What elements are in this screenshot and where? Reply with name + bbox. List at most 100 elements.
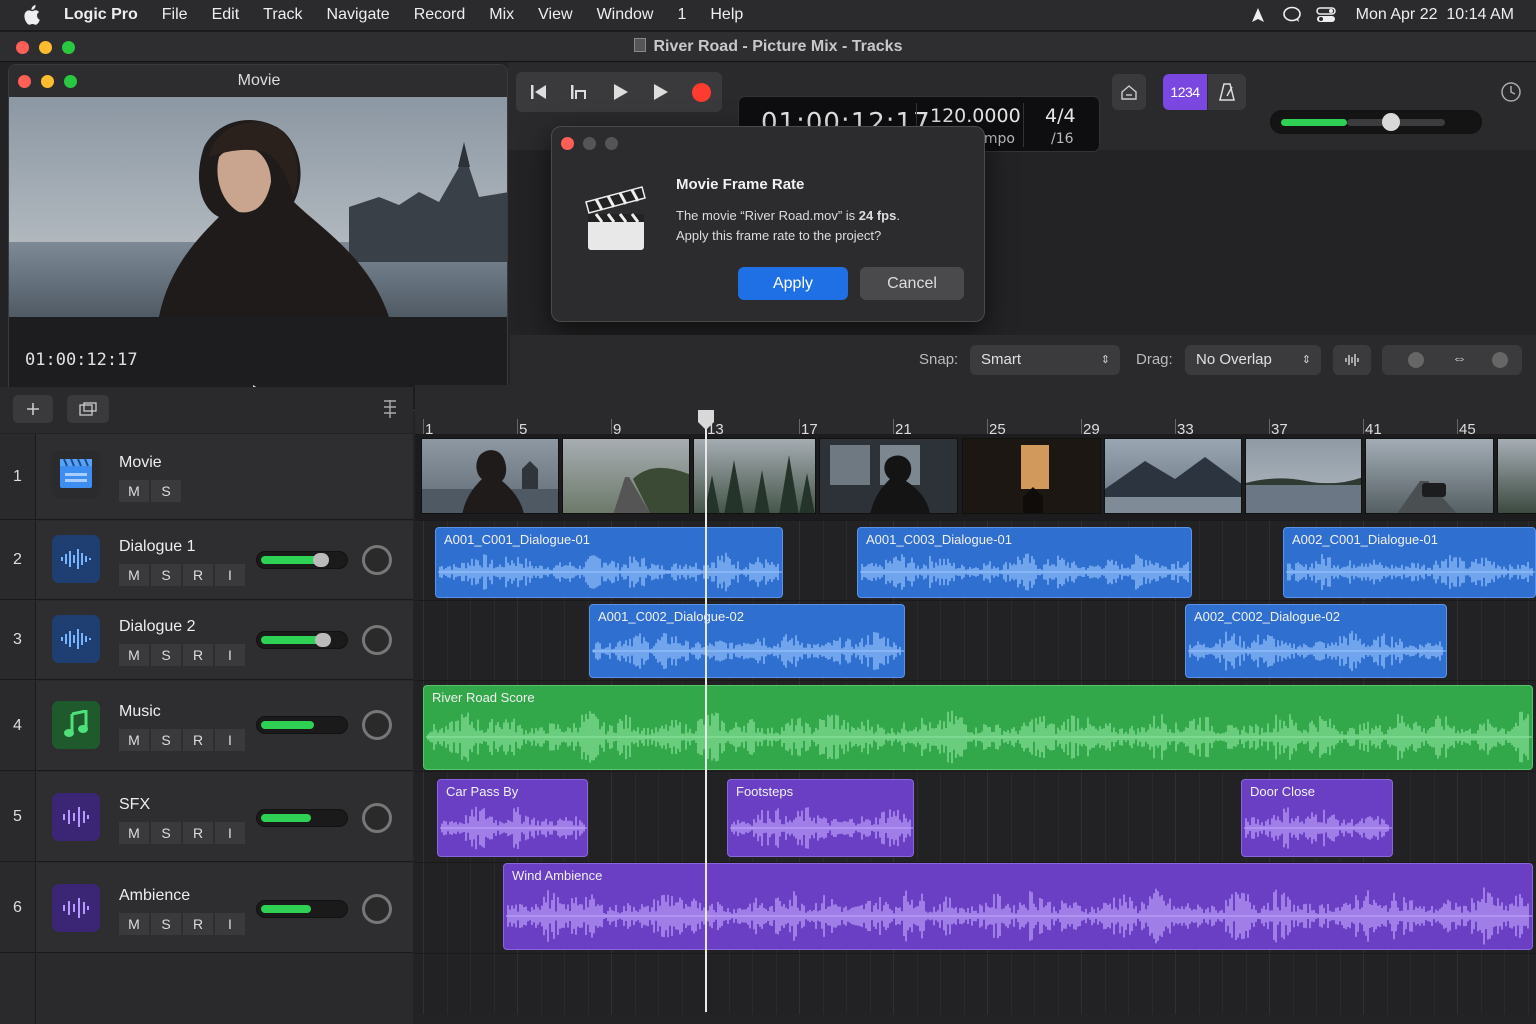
menu-1[interactable]: 1 [677, 6, 686, 24]
cancel-button[interactable]: Cancel [860, 267, 964, 300]
track-name[interactable]: Dialogue 2 [119, 618, 196, 636]
input-monitor-button[interactable]: I [215, 822, 245, 844]
record-enable-button[interactable]: R [183, 913, 213, 935]
playhead-handle[interactable] [696, 408, 716, 432]
snap-select[interactable]: Smart ⇕ [970, 345, 1120, 375]
solo-button[interactable]: S [151, 822, 181, 844]
master-volume-knob[interactable] [1381, 113, 1400, 131]
empty-track-area[interactable] [0, 954, 413, 1024]
solo-button[interactable]: S [151, 913, 181, 935]
menu-app-name[interactable]: Logic Pro [64, 6, 138, 24]
waveform-zoom-button[interactable] [1333, 345, 1371, 375]
movie-zoom-button[interactable] [64, 75, 77, 88]
input-monitor-button[interactable]: I [215, 729, 245, 751]
vertical-zoom-knob[interactable] [1408, 352, 1424, 368]
solo-button[interactable]: S [151, 644, 181, 666]
audio-region[interactable]: Wind Ambience [503, 863, 1533, 950]
pan-knob[interactable] [362, 710, 392, 740]
track-name[interactable]: Dialogue 1 [119, 538, 196, 556]
menu-window[interactable]: Window [597, 6, 654, 24]
vertical-zoom-slider[interactable]: ⇔ [1382, 345, 1522, 375]
input-monitor-button[interactable]: I [215, 644, 245, 666]
menu-record[interactable]: Record [414, 6, 466, 24]
lcd-tempo[interactable]: 120.0000 [930, 105, 1021, 127]
track-row-ambience[interactable]: 6 Ambience M S R I [0, 863, 413, 953]
pan-knob[interactable] [362, 894, 392, 924]
control-center-icon[interactable] [1315, 5, 1336, 25]
audio-region[interactable]: A002_C002_Dialogue-02 [1185, 604, 1447, 678]
menu-file[interactable]: File [162, 6, 188, 24]
low-latency-button[interactable] [1112, 74, 1146, 110]
chat-bubble-icon[interactable] [1282, 5, 1302, 25]
menu-mix[interactable]: Mix [489, 6, 514, 24]
dialog-close-button[interactable] [561, 137, 574, 150]
menu-navigate[interactable]: Navigate [327, 6, 390, 24]
track-row-dialogue-1[interactable]: 2 Dialogue 1 M S R I [0, 521, 413, 600]
rewind-to-marker-icon[interactable] [562, 72, 596, 112]
drag-select[interactable]: No Overlap ⇕ [1185, 345, 1321, 375]
menu-help[interactable]: Help [710, 6, 743, 24]
arrange-area[interactable]: A001_C001_Dialogue-01 A001_C003_Dialogue… [415, 434, 1536, 1014]
duplicate-track-button[interactable] [67, 395, 109, 423]
volume-fader-knob[interactable] [315, 633, 331, 647]
play-forward-icon[interactable] [643, 72, 677, 112]
audio-region[interactable]: River Road Score [423, 685, 1533, 770]
master-volume-slider[interactable] [1270, 110, 1482, 134]
location-arrow-icon[interactable] [1248, 5, 1268, 25]
record-enable-button[interactable]: R [183, 729, 213, 751]
track-row-dialogue-2[interactable]: 3 Dialogue 2 M S R I [0, 601, 413, 680]
mute-button[interactable]: M [119, 564, 149, 586]
pan-knob[interactable] [362, 803, 392, 833]
track-name[interactable]: Music [119, 703, 161, 721]
volume-fader[interactable] [256, 551, 348, 569]
solo-button[interactable]: S [151, 480, 181, 502]
audio-region[interactable]: A001_C001_Dialogue-01 [435, 527, 783, 598]
mute-button[interactable]: M [119, 729, 149, 751]
track-row-music[interactable]: 4 Music M S R I [0, 681, 413, 771]
audio-region[interactable]: A002_C001_Dialogue-01 [1283, 527, 1536, 598]
playhead-line[interactable] [705, 412, 707, 1012]
track-row-movie[interactable]: 1 Movie M S [0, 434, 413, 520]
pan-knob[interactable] [362, 625, 392, 655]
mute-button[interactable]: M [119, 913, 149, 935]
volume-fader[interactable] [256, 900, 348, 918]
mute-button[interactable]: M [119, 644, 149, 666]
track-name[interactable]: Movie [119, 454, 162, 472]
count-in-button[interactable]: 1234 [1163, 74, 1207, 110]
menu-clock[interactable]: Mon Apr 22 10:14 AM [1356, 6, 1514, 24]
volume-fader[interactable] [256, 809, 348, 827]
record-enable-button[interactable]: R [183, 822, 213, 844]
apply-button[interactable]: Apply [738, 267, 848, 300]
cpu-meter-icon[interactable] [1496, 74, 1526, 110]
play-icon[interactable] [603, 72, 637, 112]
audio-region[interactable]: A001_C002_Dialogue-02 [589, 604, 905, 678]
solo-button[interactable]: S [151, 564, 181, 586]
movie-minimize-button[interactable] [41, 75, 54, 88]
lcd-division[interactable]: /16 [1051, 131, 1074, 147]
audio-region[interactable]: Car Pass By [437, 779, 588, 857]
track-name[interactable]: Ambience [119, 887, 190, 905]
metronome-button[interactable] [1208, 74, 1246, 110]
mute-button[interactable]: M [119, 822, 149, 844]
volume-fader[interactable] [256, 631, 348, 649]
record-enable-button[interactable]: R [183, 564, 213, 586]
pan-knob[interactable] [362, 545, 392, 575]
audio-region[interactable]: Door Close [1241, 779, 1393, 857]
movie-close-button[interactable] [18, 75, 31, 88]
menu-view[interactable]: View [538, 6, 572, 24]
volume-fader-knob[interactable] [313, 553, 329, 567]
audio-region[interactable]: Footsteps [727, 779, 914, 857]
input-monitor-button[interactable]: I [215, 564, 245, 586]
go-to-beginning-icon[interactable] [522, 72, 556, 112]
movie-thumbnail-track[interactable] [415, 434, 1536, 520]
record-enable-button[interactable]: R [183, 644, 213, 666]
track-options-icon[interactable] [381, 399, 399, 421]
apple-icon[interactable] [22, 2, 48, 28]
record-button[interactable] [684, 72, 718, 112]
mute-button[interactable]: M [119, 480, 149, 502]
audio-region[interactable]: A001_C003_Dialogue-01 [857, 527, 1192, 598]
menu-edit[interactable]: Edit [212, 6, 240, 24]
solo-button[interactable]: S [151, 729, 181, 751]
input-monitor-button[interactable]: I [215, 913, 245, 935]
add-track-button[interactable] [13, 395, 53, 423]
